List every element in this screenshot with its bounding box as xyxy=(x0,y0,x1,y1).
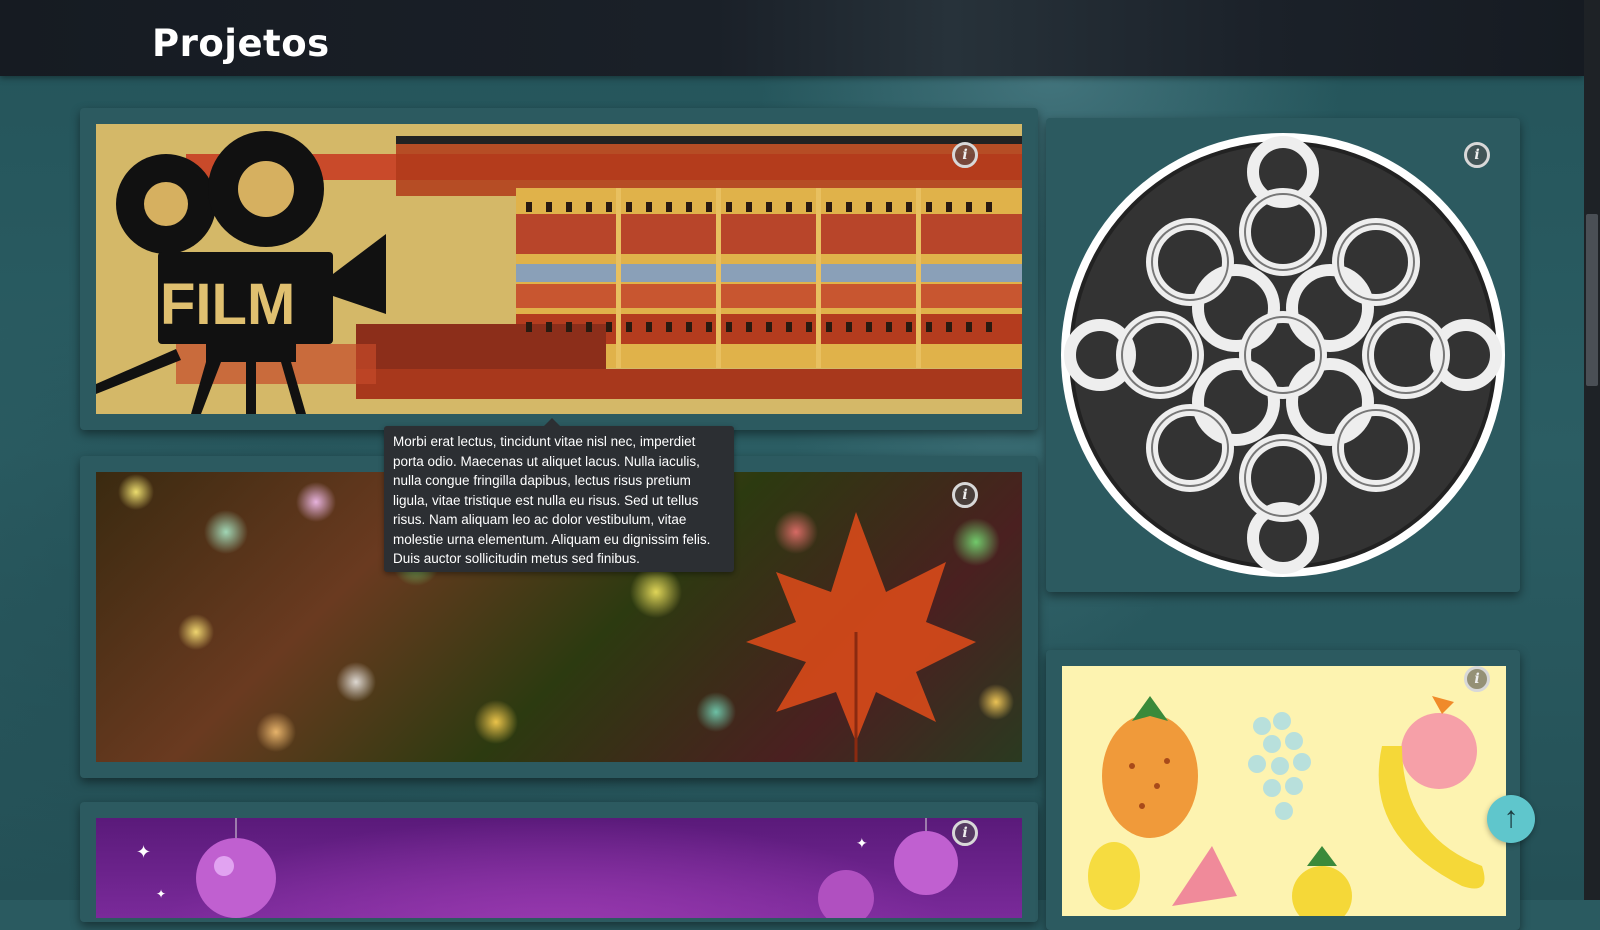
scrollbar-thumb[interactable] xyxy=(1586,214,1598,386)
film-illustration: FILM xyxy=(96,124,1022,414)
svg-text:✦: ✦ xyxy=(136,842,151,862)
project-card-celtic[interactable]: i xyxy=(1046,118,1520,592)
info-icon[interactable]: i xyxy=(952,142,978,168)
page-header: Projetos xyxy=(0,0,1584,76)
page-title: Projetos xyxy=(152,22,330,65)
project-image-christmas[interactable]: ✦ ✦ ✦ xyxy=(96,818,1022,918)
info-icon[interactable]: i xyxy=(952,482,978,508)
svg-text:✦: ✦ xyxy=(856,835,868,851)
svg-text:✦: ✦ xyxy=(156,887,166,901)
project-card-christmas[interactable]: ✦ ✦ ✦ i xyxy=(80,802,1038,922)
info-icon[interactable]: i xyxy=(952,820,978,846)
celtic-knot-illustration xyxy=(1061,133,1505,577)
info-icon[interactable]: i xyxy=(1464,666,1490,692)
info-icon[interactable]: i xyxy=(1464,142,1490,168)
christmas-ornaments: ✦ ✦ ✦ xyxy=(136,818,958,918)
back-to-top-button[interactable]: ↑ xyxy=(1487,795,1535,843)
film-text: FILM xyxy=(160,272,295,337)
scrollbar[interactable] xyxy=(1584,0,1600,900)
project-image-celtic[interactable] xyxy=(1060,132,1506,578)
project-image-fruits[interactable] xyxy=(1062,666,1506,916)
fruits-illustration xyxy=(1088,696,1485,916)
project-image-film[interactable]: FILM xyxy=(96,124,1022,414)
project-description-tooltip: Morbi erat lectus, tincidunt vitae nisl … xyxy=(384,418,734,572)
project-card-fruits[interactable]: i xyxy=(1046,650,1520,930)
project-card-film[interactable]: FILM i xyxy=(80,108,1038,430)
